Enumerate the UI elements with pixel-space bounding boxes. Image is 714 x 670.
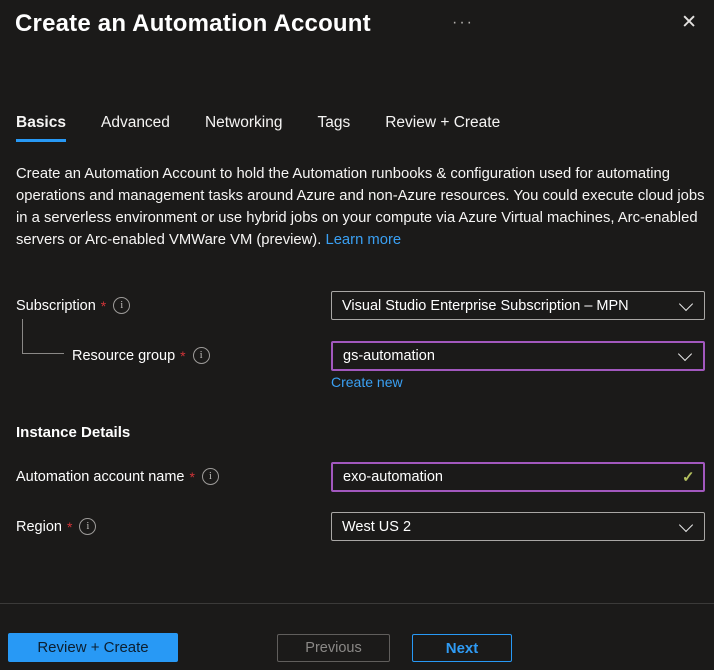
tab-tags[interactable]: Tags [317, 114, 350, 142]
description: Create an Automation Account to hold the… [16, 163, 706, 251]
required-asterisk: * [67, 519, 72, 535]
resource-group-label: Resource group * i [72, 347, 210, 364]
required-asterisk: * [180, 348, 185, 364]
chevron-down-icon [679, 517, 693, 531]
tab-review-create[interactable]: Review + Create [385, 114, 500, 142]
footer-divider [0, 603, 714, 604]
valid-check-icon: ✓ [682, 468, 695, 486]
resource-group-connector-line [22, 319, 64, 354]
automation-account-name-input[interactable] [331, 462, 705, 492]
chevron-down-icon [679, 296, 693, 310]
instance-details-heading: Instance Details [16, 424, 130, 441]
resource-group-value: gs-automation [343, 348, 435, 364]
page-title: Create an Automation Account [15, 10, 371, 38]
account-name-label: Automation account name * i [16, 468, 219, 485]
resource-group-dropdown[interactable]: gs-automation [331, 341, 705, 371]
info-icon[interactable]: i [202, 468, 219, 485]
info-icon[interactable]: i [113, 297, 130, 314]
region-value: West US 2 [342, 519, 411, 535]
tab-bar: Basics Advanced Networking Tags Review +… [16, 114, 500, 142]
next-button[interactable]: Next [412, 634, 512, 662]
subscription-label: Subscription * i [16, 297, 130, 314]
required-asterisk: * [189, 469, 194, 485]
learn-more-link[interactable]: Learn more [325, 232, 401, 248]
previous-button[interactable]: Previous [277, 634, 390, 662]
info-icon[interactable]: i [193, 347, 210, 364]
create-new-link[interactable]: Create new [331, 374, 403, 390]
chevron-down-icon [678, 347, 692, 361]
more-options-icon[interactable]: ··· [452, 14, 474, 32]
subscription-value: Visual Studio Enterprise Subscription – … [342, 298, 629, 314]
tab-advanced[interactable]: Advanced [101, 114, 170, 142]
tab-basics[interactable]: Basics [16, 114, 66, 142]
tab-networking[interactable]: Networking [205, 114, 283, 142]
region-label: Region * i [16, 518, 96, 535]
region-dropdown[interactable]: West US 2 [331, 512, 705, 541]
info-icon[interactable]: i [79, 518, 96, 535]
subscription-dropdown[interactable]: Visual Studio Enterprise Subscription – … [331, 291, 705, 320]
close-icon[interactable]: ✕ [681, 13, 697, 32]
required-asterisk: * [101, 298, 106, 314]
review-create-button[interactable]: Review + Create [8, 633, 178, 662]
